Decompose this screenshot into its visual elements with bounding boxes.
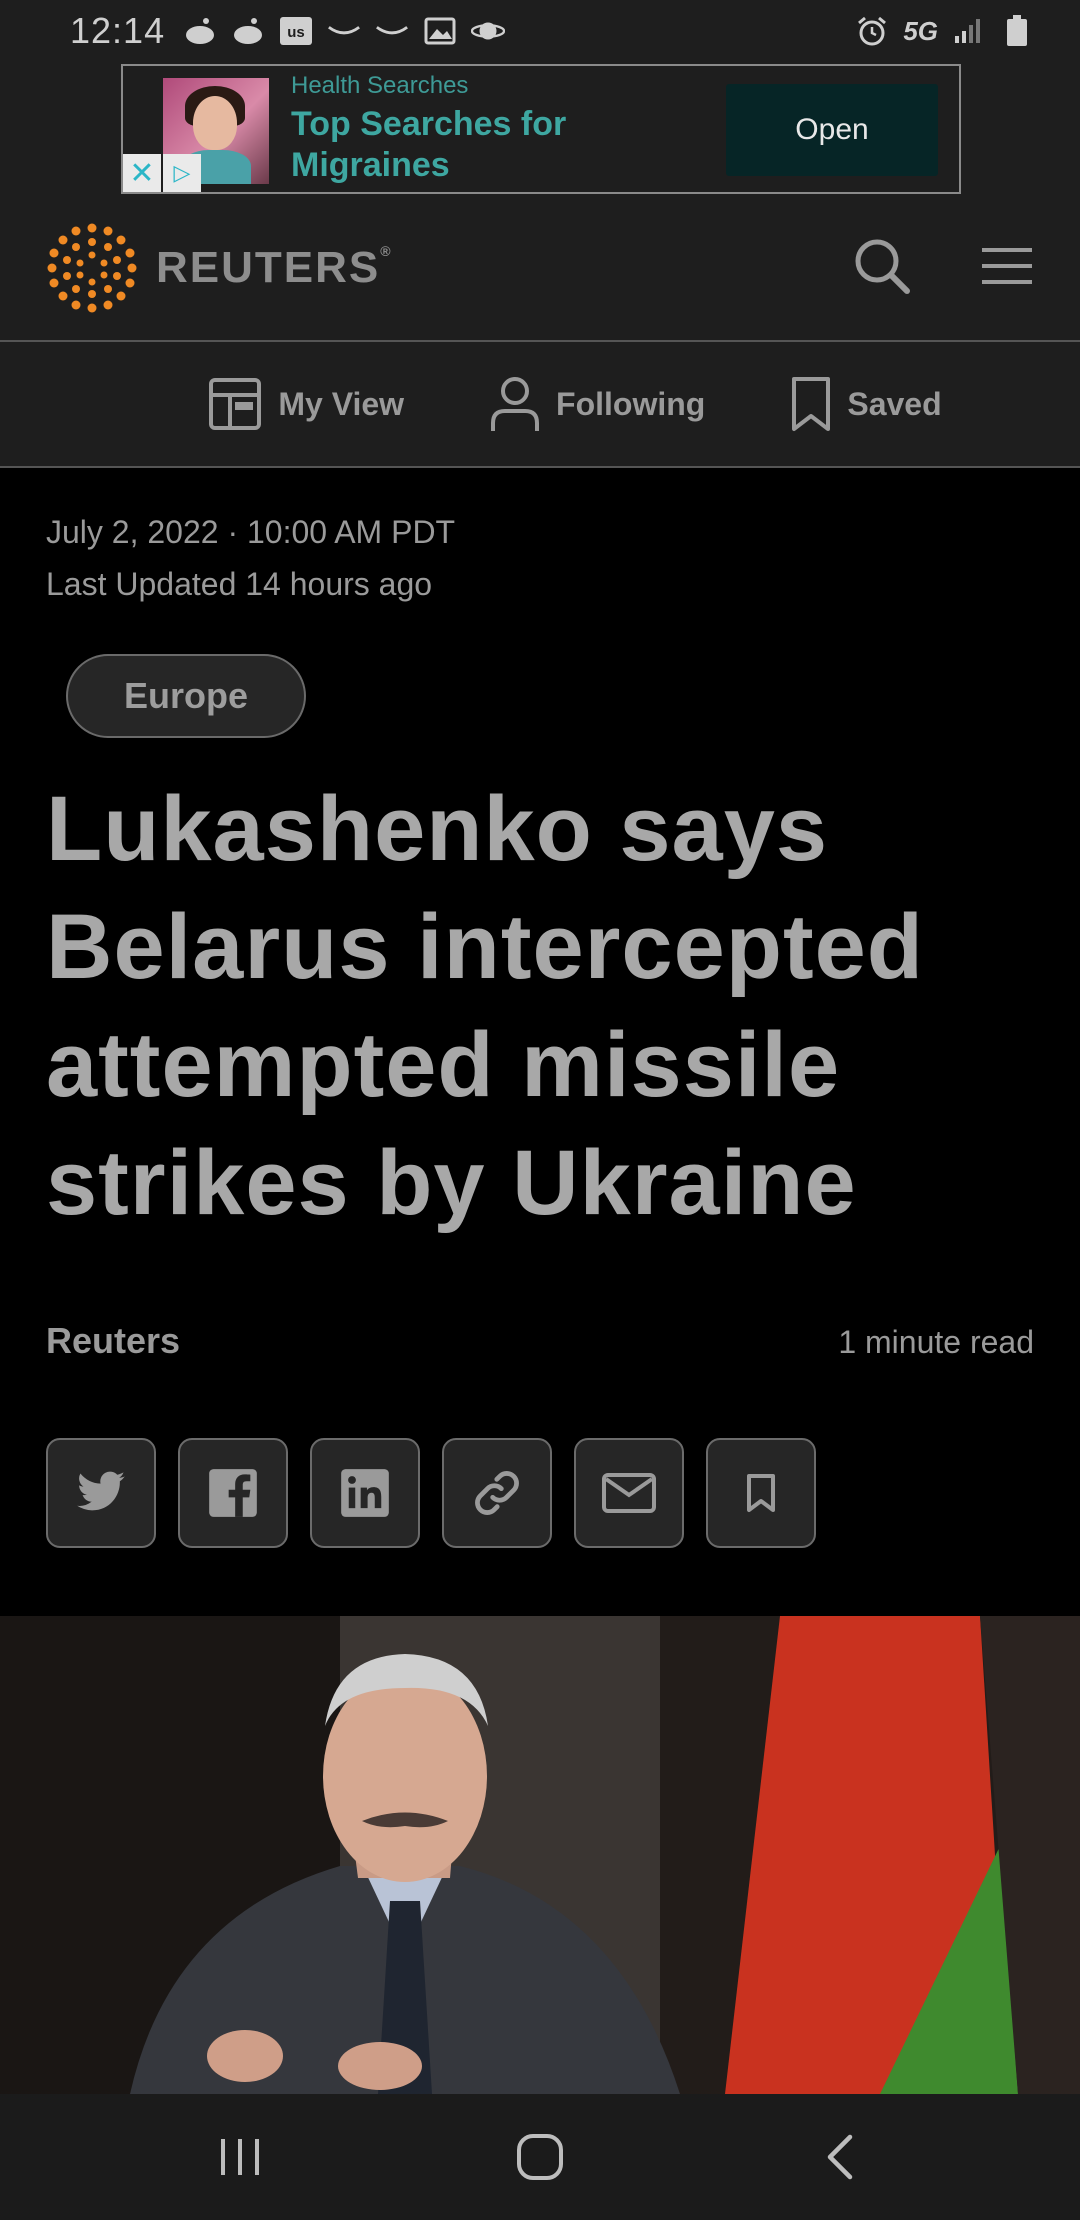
system-icons: 5G	[855, 15, 1034, 47]
share-buttons	[46, 1438, 816, 1548]
search-icon[interactable]	[852, 236, 912, 301]
link-icon	[475, 1471, 519, 1515]
person-icon	[491, 377, 540, 431]
article-updated: Last Updated 14 hours ago	[46, 566, 433, 602]
my-view-button[interactable]: My View	[208, 377, 404, 431]
account-nav: My View Following Saved	[0, 342, 1080, 468]
reuters-logo-icon	[47, 223, 137, 313]
status-bar: 12:14 us 5G	[0, 0, 1080, 62]
share-linkedin-button[interactable]	[310, 1438, 420, 1548]
save-article-button[interactable]	[706, 1438, 816, 1548]
us-news-icon: us	[279, 16, 313, 46]
ad-open-button[interactable]: Open	[726, 84, 938, 176]
ad-banner-container: Health Searches Top Searches for Migrain…	[0, 62, 1080, 196]
recents-icon	[221, 2139, 259, 2175]
reuters-wordmark: REUTERS®	[156, 243, 391, 292]
network-type: 5G	[903, 15, 938, 46]
saved-button[interactable]: Saved	[791, 376, 942, 432]
back-icon	[827, 2134, 853, 2180]
layout-icon	[209, 378, 262, 430]
article-byline[interactable]: Reuters	[46, 1320, 180, 1362]
status-time: 12:14	[70, 10, 166, 51]
menu-icon[interactable]	[980, 246, 1034, 291]
share-email-button[interactable]	[574, 1438, 684, 1548]
svg-text:us: us	[287, 24, 305, 41]
reddit-icon	[231, 16, 265, 46]
share-twitter-button[interactable]	[46, 1438, 156, 1548]
copy-link-button[interactable]	[442, 1438, 552, 1548]
system-nav-bar	[0, 2094, 1080, 2220]
facebook-icon	[209, 1469, 257, 1517]
twitter-icon	[77, 1471, 125, 1511]
my-view-label: My View	[278, 385, 405, 422]
ad-choices-icon[interactable]: ▷	[163, 154, 201, 192]
linkedin-icon	[341, 1469, 389, 1517]
article-hero-image[interactable]	[0, 1616, 1080, 2094]
read-time: 1 minute read	[838, 1324, 1034, 1360]
bookmark-icon	[747, 1474, 775, 1512]
amazon-icon	[375, 16, 409, 46]
signal-icon	[952, 16, 986, 46]
ad-source: Health Searches	[291, 72, 469, 99]
planet-icon	[471, 16, 506, 46]
back-button[interactable]	[780, 2117, 900, 2197]
ad-close-icon[interactable]: ✕	[123, 154, 161, 192]
ad-banner[interactable]: Health Searches Top Searches for Migrain…	[121, 64, 961, 194]
category-tag[interactable]: Europe	[66, 654, 306, 738]
article-headline: Lukashenko says Belarus intercepted atte…	[46, 778, 924, 1234]
bookmark-icon	[792, 377, 831, 431]
header-actions	[852, 236, 1034, 301]
hero-photo	[130, 1616, 1080, 2094]
notification-icons: us	[183, 16, 506, 46]
article-date: July 2, 2022 · 10:00 AM PDT	[46, 514, 456, 550]
following-button[interactable]: Following	[490, 375, 705, 433]
recent-apps-button[interactable]	[180, 2117, 300, 2197]
home-icon	[517, 2134, 563, 2180]
amazon-icon	[327, 16, 361, 46]
reuters-logo[interactable]: REUTERS®	[46, 222, 391, 314]
share-facebook-button[interactable]	[178, 1438, 288, 1548]
home-button[interactable]	[480, 2117, 600, 2197]
saved-label: Saved	[847, 385, 942, 422]
ad-title[interactable]: Top Searches for Migraines	[291, 104, 621, 186]
email-icon	[602, 1473, 656, 1513]
alarm-icon	[855, 16, 889, 46]
battery-icon	[1000, 15, 1034, 46]
reddit-icon	[183, 16, 217, 46]
following-label: Following	[556, 385, 706, 422]
site-header: REUTERS®	[0, 196, 1080, 342]
gallery-icon	[423, 16, 457, 46]
